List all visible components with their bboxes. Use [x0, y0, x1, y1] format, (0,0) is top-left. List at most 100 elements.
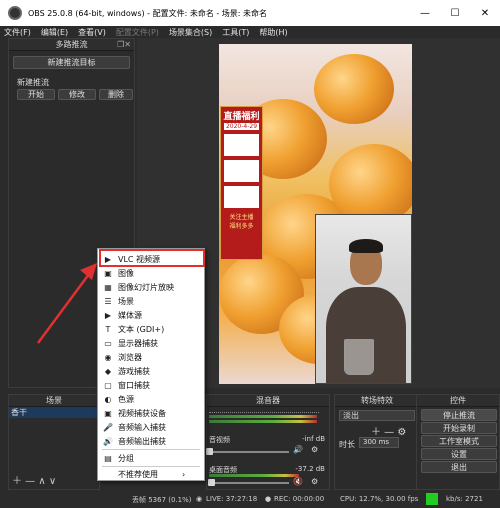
- poster-box: [224, 186, 259, 208]
- menu-edit[interactable]: 编辑(E): [41, 27, 68, 38]
- mixer-title: 混音器: [207, 395, 329, 407]
- menu-tools[interactable]: 工具(T): [222, 27, 249, 38]
- window-icon: ▢: [104, 380, 112, 390]
- audio-meter: [209, 415, 317, 418]
- menu-item-group[interactable]: ▤ 分组: [98, 451, 204, 465]
- menu-item-label: 不推荐使用: [118, 469, 158, 479]
- menu-item-source[interactable]: ▢ 窗口捕获: [98, 378, 204, 392]
- menu-item-source[interactable]: ◐ 色源: [98, 392, 204, 406]
- menu-item-source[interactable]: 🔊 音频输出捕获: [98, 434, 204, 448]
- menu-item-source[interactable]: 🎤 音频输入捕获: [98, 420, 204, 434]
- menu-item-deprecated[interactable]: 不推荐使用 ›: [98, 467, 204, 481]
- poster-date: 2020-4-29: [224, 123, 259, 130]
- maximize-button[interactable]: ☐: [440, 0, 470, 26]
- live-time: LIVE: 37:27:18: [206, 495, 258, 503]
- promo-poster: 直播福利 2020-4-29 关注主播 福利多多: [220, 106, 263, 260]
- controls-title: 控件: [417, 395, 499, 407]
- live-indicator-icon: ◉: [196, 495, 203, 503]
- color-icon: ◐: [104, 394, 112, 404]
- camera-icon: ▣: [104, 408, 112, 418]
- bottom-docks: 场景 香干 ＋ — ∧ ∨ 混音器 音视频 -inf dB 🔊 ⚙ 桌面音频 -…: [8, 394, 500, 490]
- stream-item-name: 新建推流: [17, 78, 49, 87]
- game-icon: ◆: [104, 366, 112, 376]
- minimize-button[interactable]: —: [410, 0, 440, 26]
- menu-scene-collection[interactable]: 场景集合(S): [169, 27, 212, 38]
- menu-item-label: 视频捕获设备: [118, 408, 166, 418]
- slideshow-icon: ▦: [104, 282, 112, 292]
- microphone-icon: 🎤: [103, 422, 113, 432]
- menu-item-label: 音频输出捕获: [118, 436, 166, 446]
- menu-file[interactable]: 文件(F): [4, 27, 31, 38]
- exit-button[interactable]: 退出: [421, 461, 497, 473]
- gear-icon[interactable]: ⚙: [311, 445, 318, 454]
- start-record-button[interactable]: 开始录制: [421, 422, 497, 434]
- muted-speaker-icon[interactable]: 🔇: [293, 477, 303, 486]
- add-source-context-menu: ▶ VLC 视频源 ▣ 图像 ▦ 图像幻灯片放映 ☰ 场景 ▶ 媒体源 T 文本 (GDI+) ▭ 显示器…: [97, 248, 205, 481]
- fruit-image: [329, 144, 412, 224]
- transition-select[interactable]: 淡出: [339, 410, 415, 421]
- scenes-dock: 场景 香干 ＋ — ∧ ∨: [8, 394, 100, 490]
- volume-slider[interactable]: [209, 482, 289, 484]
- menu-view[interactable]: 查看(V): [78, 27, 106, 38]
- menu-separator: [102, 449, 200, 450]
- volume-slider-knob[interactable]: [206, 448, 213, 455]
- dropped-frames: 丢帧 5367 (0.1%): [132, 496, 192, 504]
- poster-box: [224, 160, 259, 182]
- poster-box: [224, 134, 259, 156]
- menu-item-label: 图像: [118, 268, 134, 278]
- studio-mode-button[interactable]: 工作室模式: [421, 435, 497, 447]
- scene-controls[interactable]: ＋ — ∧ ∨: [12, 472, 56, 487]
- menu-item-source[interactable]: T 文本 (GDI+): [98, 322, 204, 336]
- volume-slider[interactable]: [209, 451, 289, 453]
- menu-item-source[interactable]: ▣ 图像: [98, 266, 204, 280]
- menu-item-source[interactable]: ◆ 游戏捕获: [98, 364, 204, 378]
- menu-item-label: 窗口捕获: [118, 380, 150, 390]
- vlc-highlight-box: [99, 249, 205, 267]
- bitrate: kb/s: 2721: [446, 495, 483, 503]
- delete-button[interactable]: 删除: [99, 89, 133, 100]
- gear-icon[interactable]: ⚙: [311, 477, 318, 486]
- menu-item-label: 场景: [118, 296, 134, 306]
- transition-controls[interactable]: ＋ — ⚙: [371, 423, 406, 438]
- scene-item[interactable]: 香干: [9, 407, 99, 418]
- cpu-fps: CPU: 12.7%, 30.00 fps: [340, 495, 419, 503]
- multistream-title: 多路推流: [55, 40, 88, 49]
- track1-db: -inf dB: [302, 435, 325, 443]
- speaker-icon[interactable]: 🔊: [293, 445, 303, 454]
- menu-item-label: 媒体源: [118, 310, 142, 320]
- start-button[interactable]: 开始: [17, 89, 55, 100]
- stop-stream-button[interactable]: 停止推流: [421, 409, 497, 421]
- menu-item-source[interactable]: ▦ 图像幻灯片放映: [98, 280, 204, 294]
- add-target-button[interactable]: 新建推流目标: [13, 56, 130, 69]
- image-icon: ▣: [104, 268, 112, 278]
- edit-button[interactable]: 修改: [58, 89, 96, 100]
- menu-item-source[interactable]: ▶ 媒体源: [98, 308, 204, 322]
- stream-health-indicator: [426, 493, 438, 505]
- multistream-header: 多路推流 ❐✕: [9, 39, 134, 51]
- transitions-dock: 转场特效 淡出 ＋ — ⚙ 时长 300 ms: [334, 394, 420, 490]
- close-button[interactable]: ✕: [470, 0, 500, 26]
- menu-profile[interactable]: 配置文件(P): [116, 27, 159, 38]
- menu-item-source[interactable]: ◉ 浏览器: [98, 350, 204, 364]
- menu-item-source[interactable]: ▣ 视频捕获设备: [98, 406, 204, 420]
- duration-input[interactable]: 300 ms: [359, 437, 399, 448]
- rec-time: REC: 00:00:00: [274, 495, 325, 503]
- menu-bar: 文件(F) 编辑(E) 查看(V) 配置文件(P) 场景集合(S) 工具(T) …: [0, 26, 500, 38]
- track1-name: 音视频: [209, 436, 230, 444]
- menu-item-label: 图像幻灯片放映: [118, 282, 174, 292]
- menu-help[interactable]: 帮助(H): [259, 27, 287, 38]
- menu-item-source[interactable]: ☰ 场景: [98, 294, 204, 308]
- browser-icon: ◉: [104, 352, 112, 362]
- menu-item-label: 游戏捕获: [118, 366, 150, 376]
- menu-item-label: 分组: [118, 453, 134, 463]
- title-bar: OBS 25.0.8 (64-bit, windows) - 配置文件: 未命名…: [0, 0, 500, 26]
- poster-footer: 关注主播 福利多多: [229, 214, 254, 230]
- audio-meter: [209, 420, 317, 423]
- panel-float-close-icon[interactable]: ❐✕: [117, 40, 131, 49]
- menu-item-label: 文本 (GDI+): [118, 324, 165, 334]
- obs-logo-icon: [8, 6, 22, 20]
- poster-title: 直播福利: [223, 112, 260, 122]
- menu-item-source[interactable]: ▭ 显示器捕获: [98, 336, 204, 350]
- settings-button[interactable]: 设置: [421, 448, 497, 460]
- volume-slider-knob[interactable]: [208, 479, 215, 486]
